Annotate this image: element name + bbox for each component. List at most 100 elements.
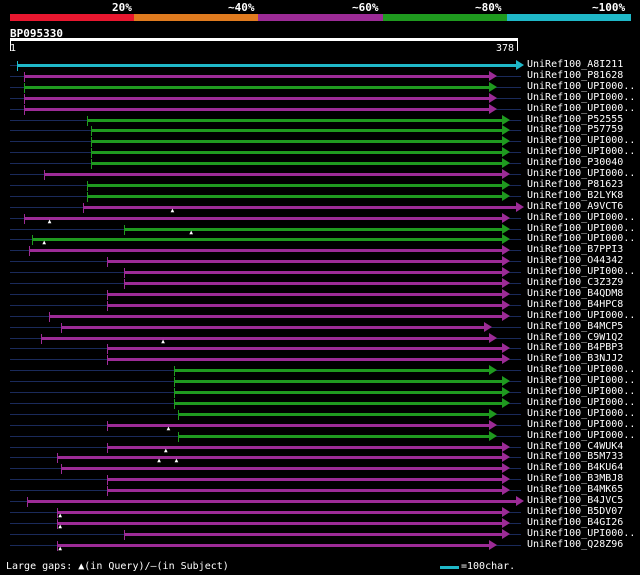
- subject-name-link[interactable]: UniRef100_UPI000..: [527, 92, 635, 103]
- subject-name-link[interactable]: UniRef100_B7PPI3: [527, 244, 623, 255]
- alignment-bar[interactable]: [57, 510, 503, 514]
- subject-name-link[interactable]: UniRef100_P30040: [527, 157, 623, 168]
- alignment-bar[interactable]: [86, 183, 503, 187]
- alignment-bar[interactable]: [86, 194, 503, 198]
- alignment-bar[interactable]: [90, 162, 503, 166]
- identity-color-bands: [10, 14, 632, 21]
- subject-name-link[interactable]: UniRef100_B4MK65: [527, 484, 623, 495]
- alignment-bar[interactable]: [173, 391, 503, 394]
- alignment-bar[interactable]: [106, 303, 503, 307]
- subject-name-link[interactable]: UniRef100_UPI000..: [527, 397, 635, 408]
- subject-name-link[interactable]: UniRef100_C4WUK4: [527, 441, 623, 452]
- alignment-bar[interactable]: [57, 456, 503, 460]
- subject-name-link[interactable]: UniRef100_UPI000..: [527, 81, 635, 92]
- subject-name-link[interactable]: UniRef100_O44342: [527, 255, 623, 266]
- alignment-arrow: [502, 463, 511, 474]
- subject-name-link[interactable]: UniRef100_UPI000..: [527, 266, 635, 277]
- alignment-bar[interactable]: [124, 282, 503, 285]
- subject-name-link[interactable]: UniRef100_P81628: [527, 70, 623, 81]
- alignment-bar[interactable]: [44, 173, 503, 176]
- subject-name-link[interactable]: UniRef100_UPI000..: [527, 364, 635, 375]
- alignment-bar[interactable]: [177, 434, 489, 438]
- subject-name-link[interactable]: UniRef100_B4HPC8: [527, 299, 623, 310]
- alignment-bar[interactable]: [49, 314, 503, 318]
- subject-name-link[interactable]: UniRef100_UPI000..: [527, 408, 635, 419]
- identity-label-1: 20%: [112, 1, 132, 14]
- alignment-bar[interactable]: [29, 249, 503, 253]
- alignment-arrow: [502, 354, 511, 365]
- subject-name-link[interactable]: UniRef100_B3MBJ8: [527, 473, 623, 484]
- alignment-bar[interactable]: [82, 205, 516, 209]
- subject-name-link[interactable]: UniRef100_UPI000..: [527, 528, 635, 539]
- alignment-bar[interactable]: [24, 96, 489, 100]
- subject-name-link[interactable]: UniRef100_UPI000..: [527, 146, 635, 157]
- subject-name-link[interactable]: UniRef100_A8I211: [527, 59, 623, 70]
- alignment-bar[interactable]: [32, 238, 503, 242]
- alignment-bar[interactable]: [173, 401, 503, 405]
- identity-label-5: ~100%: [592, 1, 626, 14]
- alignment-bar[interactable]: [106, 292, 503, 296]
- alignment-bar[interactable]: [106, 423, 489, 427]
- alignment-bar[interactable]: [124, 271, 503, 275]
- alignment-bar[interactable]: [173, 380, 503, 384]
- subject-name-link[interactable]: UniRef100_B3NJJ2: [527, 353, 623, 364]
- alignment-arrow: [502, 528, 511, 539]
- alignment-arrow: [502, 278, 511, 288]
- subject-name-link[interactable]: UniRef100_UPI000..: [527, 430, 635, 441]
- alignment-bar[interactable]: [17, 64, 516, 67]
- alignment-arrow: [502, 267, 511, 278]
- alignment-bar[interactable]: [57, 521, 503, 525]
- alignment-bar[interactable]: [106, 358, 503, 362]
- subject-name-link[interactable]: UniRef100_UPI000..: [527, 375, 635, 386]
- subject-name-link[interactable]: UniRef100_B4QDM8: [527, 288, 623, 299]
- alignment-bar[interactable]: [106, 478, 503, 482]
- subject-name-link[interactable]: UniRef100_B4JVC5: [527, 495, 623, 506]
- alignment-bar[interactable]: [106, 347, 503, 351]
- subject-name-link[interactable]: UniRef100_Q28Z96: [527, 539, 623, 550]
- alignment-bar[interactable]: [86, 118, 503, 122]
- alignment-bar[interactable]: [90, 140, 503, 144]
- alignment-bar[interactable]: [106, 489, 503, 493]
- alignment-bar[interactable]: [61, 467, 503, 471]
- alignment-bar[interactable]: [177, 412, 489, 416]
- subject-name-link[interactable]: UniRef100_UPI000..: [527, 135, 635, 146]
- subject-name-link[interactable]: UniRef100_B5M733: [527, 451, 623, 462]
- subject-name-link[interactable]: UniRef100_UPI000..: [527, 212, 635, 223]
- alignment-bar[interactable]: [26, 500, 516, 503]
- subject-name-link[interactable]: UniRef100_P81623: [527, 179, 623, 190]
- subject-name-link[interactable]: UniRef100_B4PBP3: [527, 342, 623, 353]
- subject-name-link[interactable]: UniRef100_UPI000..: [527, 168, 635, 179]
- subject-name-link[interactable]: UniRef100_UPI000..: [527, 223, 635, 234]
- subject-name-link[interactable]: UniRef100_B4GI26: [527, 517, 623, 528]
- alignment-bar[interactable]: [173, 369, 489, 373]
- legend-query-gap: ▲(in Query)/: [78, 561, 151, 572]
- subject-name-link[interactable]: UniRef100_A9VCT6: [527, 201, 623, 212]
- alignment-bar[interactable]: [106, 260, 503, 264]
- alignment-bar[interactable]: [57, 543, 489, 547]
- alignment-bar[interactable]: [24, 107, 489, 111]
- subject-name-link[interactable]: UniRef100_UPI000..: [527, 310, 635, 321]
- subject-name-link[interactable]: UniRef100_C9W1Q2: [527, 332, 623, 343]
- alignment-bar[interactable]: [24, 74, 489, 78]
- alignment-bar[interactable]: [90, 129, 503, 133]
- alignment-row[interactable]: ▲ UniRef100_Q28Z96: [0, 539, 640, 551]
- subject-name-link[interactable]: UniRef100_UPI000..: [527, 233, 635, 244]
- alignment-arrow: [502, 136, 511, 147]
- alignment-bar[interactable]: [24, 216, 503, 220]
- subject-name-link[interactable]: UniRef100_B4MCP5: [527, 321, 623, 332]
- alignment-bar[interactable]: [90, 151, 503, 155]
- subject-name-link[interactable]: UniRef100_C3Z3Z9: [527, 277, 623, 288]
- subject-name-link[interactable]: UniRef100_P57759: [527, 124, 623, 135]
- subject-name-link[interactable]: UniRef100_B2LYK8: [527, 190, 623, 201]
- subject-name-link[interactable]: UniRef100_UPI000..: [527, 103, 635, 114]
- alignment-bar[interactable]: [41, 336, 489, 340]
- alignment-bar[interactable]: [124, 227, 503, 231]
- alignment-bar[interactable]: [61, 325, 484, 329]
- subject-name-link[interactable]: UniRef100_B5DV07: [527, 506, 623, 517]
- subject-name-link[interactable]: UniRef100_P52555: [527, 114, 623, 125]
- subject-name-link[interactable]: UniRef100_B4KU64: [527, 462, 623, 473]
- subject-name-link[interactable]: UniRef100_UPI000..: [527, 419, 635, 430]
- alignment-bar[interactable]: [24, 85, 489, 89]
- alignment-bar[interactable]: [124, 532, 503, 536]
- subject-name-link[interactable]: UniRef100_UPI000..: [527, 386, 635, 397]
